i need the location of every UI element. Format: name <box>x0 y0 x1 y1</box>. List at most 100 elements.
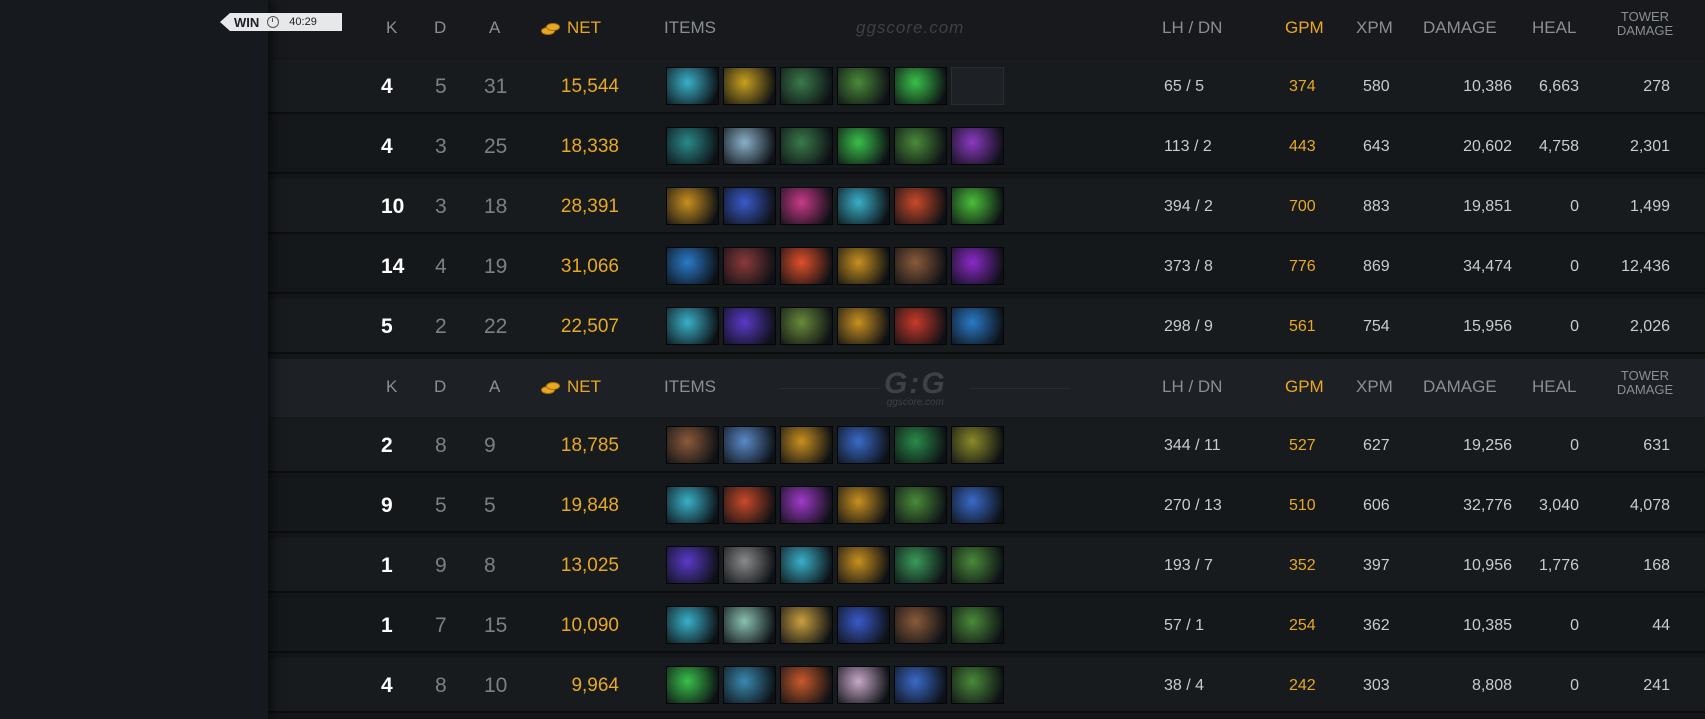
item-icon[interactable] <box>951 486 1004 524</box>
item-icon[interactable] <box>837 67 890 105</box>
item-icon[interactable] <box>837 127 890 165</box>
col-header-items[interactable]: ITEMS <box>664 377 716 397</box>
col-header-d[interactable]: D <box>434 377 446 397</box>
damage-value: 10,386 <box>1463 78 1512 95</box>
item-icon[interactable] <box>723 486 776 524</box>
tower-damage-value: 2,026 <box>1629 318 1670 335</box>
col-header-net[interactable]: NET <box>567 377 601 397</box>
logo-divider-right <box>970 388 1070 389</box>
item-icon[interactable] <box>894 546 947 584</box>
item-icon[interactable] <box>951 546 1004 584</box>
col-header-d[interactable]: D <box>434 18 446 38</box>
col-header-net[interactable]: NET <box>567 18 601 38</box>
item-icon[interactable] <box>666 666 719 704</box>
player-sidebar <box>0 0 268 719</box>
col-header-a[interactable]: A <box>489 377 500 397</box>
item-icon[interactable] <box>894 247 947 285</box>
item-icon[interactable] <box>666 546 719 584</box>
item-icon[interactable] <box>666 127 719 165</box>
item-icon[interactable] <box>837 486 890 524</box>
col-header-gpm[interactable]: GPM <box>1285 18 1324 38</box>
item-icon[interactable] <box>951 247 1004 285</box>
item-icon[interactable] <box>951 187 1004 225</box>
item-icon[interactable] <box>666 606 719 644</box>
item-icon[interactable] <box>666 247 719 285</box>
col-header-gpm[interactable]: GPM <box>1285 377 1324 397</box>
last-hits-denies-value: 344 / 11 <box>1164 437 1221 454</box>
item-icon[interactable] <box>951 127 1004 165</box>
item-icon[interactable] <box>666 486 719 524</box>
item-slots <box>666 606 1004 644</box>
kills-value: 14 <box>381 255 405 278</box>
col-header-tower-damage[interactable]: TOWER DAMAGE <box>1615 10 1675 38</box>
col-header-lh-dn[interactable]: LH / DN <box>1162 18 1222 38</box>
damage-value: 8,808 <box>1471 677 1512 694</box>
item-icon[interactable] <box>780 307 833 345</box>
item-icon[interactable] <box>894 307 947 345</box>
item-icon[interactable] <box>666 187 719 225</box>
item-icon[interactable] <box>951 307 1004 345</box>
item-icon[interactable] <box>780 247 833 285</box>
item-icon[interactable] <box>723 666 776 704</box>
col-header-heal[interactable]: HEAL <box>1532 377 1576 397</box>
item-icon[interactable] <box>894 127 947 165</box>
col-header-k[interactable]: K <box>386 18 397 38</box>
col-header-heal[interactable]: HEAL <box>1532 18 1576 38</box>
col-header-damage[interactable]: DAMAGE <box>1423 18 1497 38</box>
col-header-k[interactable]: K <box>386 377 397 397</box>
gpm-value: 776 <box>1289 258 1316 275</box>
item-icon[interactable] <box>894 606 947 644</box>
item-icon[interactable] <box>723 546 776 584</box>
assists-value: 18 <box>484 195 508 218</box>
gold-coin-icon <box>541 22 561 36</box>
item-icon[interactable] <box>666 307 719 345</box>
last-hits-denies-value: 38 / 4 <box>1164 677 1205 694</box>
item-icon[interactable] <box>837 307 890 345</box>
item-icon[interactable] <box>837 426 890 464</box>
assists-value: 8 <box>484 554 496 577</box>
deaths-value: 9 <box>435 554 447 577</box>
item-icon[interactable] <box>837 546 890 584</box>
item-slots <box>666 486 1004 524</box>
item-icon[interactable] <box>837 247 890 285</box>
heal-value: 3,040 <box>1538 497 1579 514</box>
col-header-damage[interactable]: DAMAGE <box>1423 377 1497 397</box>
item-icon[interactable] <box>723 127 776 165</box>
item-icon[interactable] <box>951 426 1004 464</box>
item-icon[interactable] <box>837 606 890 644</box>
item-icon[interactable] <box>723 426 776 464</box>
col-header-items[interactable]: ITEMS <box>664 18 716 38</box>
col-header-a[interactable]: A <box>489 18 500 38</box>
item-icon[interactable] <box>894 67 947 105</box>
item-icon[interactable] <box>780 187 833 225</box>
item-icon[interactable] <box>780 127 833 165</box>
item-icon[interactable] <box>780 426 833 464</box>
item-icon[interactable] <box>837 666 890 704</box>
item-icon[interactable] <box>666 67 719 105</box>
item-icon[interactable] <box>723 187 776 225</box>
item-icon[interactable] <box>894 486 947 524</box>
item-icon[interactable] <box>894 426 947 464</box>
col-header-lh-dn[interactable]: LH / DN <box>1162 377 1222 397</box>
net-worth-value: 9,964 <box>571 675 619 696</box>
item-icon[interactable] <box>780 666 833 704</box>
item-icon[interactable] <box>780 606 833 644</box>
last-hits-denies-value: 193 / 7 <box>1164 557 1213 574</box>
item-icon[interactable] <box>723 307 776 345</box>
item-icon[interactable] <box>951 606 1004 644</box>
col-header-xpm[interactable]: XPM <box>1356 377 1393 397</box>
item-icon[interactable] <box>780 67 833 105</box>
item-icon[interactable] <box>894 187 947 225</box>
xpm-value: 869 <box>1363 258 1390 275</box>
item-icon[interactable] <box>780 486 833 524</box>
item-icon[interactable] <box>837 187 890 225</box>
item-icon[interactable] <box>723 67 776 105</box>
item-icon[interactable] <box>666 426 719 464</box>
item-icon[interactable] <box>723 606 776 644</box>
col-header-tower-damage[interactable]: TOWER DAMAGE <box>1615 369 1675 397</box>
item-icon[interactable] <box>723 247 776 285</box>
item-icon[interactable] <box>951 666 1004 704</box>
item-icon[interactable] <box>894 666 947 704</box>
col-header-xpm[interactable]: XPM <box>1356 18 1393 38</box>
item-icon[interactable] <box>780 546 833 584</box>
